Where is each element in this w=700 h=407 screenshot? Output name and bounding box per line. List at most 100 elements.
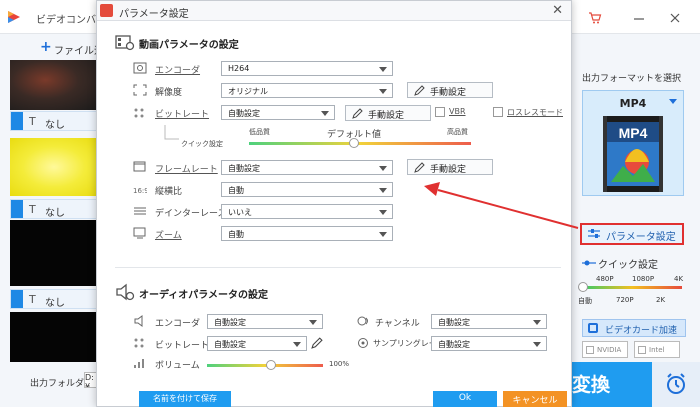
close-icon[interactable] [668, 11, 682, 25]
ok-button[interactable]: Ok [433, 391, 497, 407]
format-name: MP4 [619, 97, 647, 110]
gear-icon [133, 62, 147, 74]
zoom-select[interactable]: 自動 [221, 226, 393, 241]
chevron-down-icon [321, 111, 329, 116]
text-icon: T [29, 115, 36, 128]
chevron-down-icon [533, 320, 541, 325]
nvidia-option[interactable]: NVIDIA [582, 341, 628, 358]
subtitle-row[interactable]: T なし [10, 289, 98, 309]
chevron-down-icon [379, 210, 387, 215]
video-bitrate-value: 自動設定 [228, 109, 260, 118]
chip-icon [588, 323, 598, 333]
subtitle-row[interactable]: T なし [10, 199, 98, 219]
chevron-down-icon [379, 232, 387, 237]
video-thumbnail[interactable] [10, 60, 98, 110]
deinterlace-icon [134, 207, 146, 215]
video-bitrate-label: ビットレート [155, 110, 210, 120]
video-thumbnail[interactable] [10, 138, 98, 196]
text-icon: T [29, 293, 36, 306]
quick-setting-label: クイック設定 [181, 140, 223, 148]
frame-rate-select[interactable]: 自動設定 [221, 160, 393, 175]
audio-bitrate-label: ビットレート [155, 341, 210, 351]
channel-label: チャンネル [375, 319, 420, 329]
quick-settings-label: クイック設定 [598, 260, 658, 271]
parameter-dialog: パラメータ設定 ✕ 動画パラメータの設定 エンコーダ H264 解像度 オリジナ… [96, 0, 572, 407]
dialog-app-icon [100, 4, 113, 17]
vbr-checkbox[interactable] [435, 107, 445, 117]
quick-settings-knob[interactable] [578, 282, 588, 292]
quick-tick-label: 720P [616, 296, 634, 304]
deinterlace-label: デインターレース [155, 209, 227, 219]
quick-tick-label: 2K [656, 296, 666, 304]
bitrate-manual-button[interactable]: 手動設定 [345, 105, 431, 121]
video-encoder-label: エンコーダ [155, 66, 201, 76]
subtitle-value: なし [45, 120, 65, 131]
sample-rate-icon [358, 338, 368, 348]
chevron-down-icon [379, 67, 387, 72]
aspect-ratio-select[interactable]: 自動 [221, 182, 393, 197]
frame-rate-manual-button[interactable]: 手動設定 [407, 159, 493, 175]
intel-label: Intel [649, 346, 665, 354]
subtitle-row[interactable]: T なし [10, 111, 98, 131]
lossless-checkbox[interactable] [493, 107, 503, 117]
convert-button[interactable]: 変換 [572, 362, 652, 407]
chevron-down-icon [309, 320, 317, 325]
quick-tick-label: 4K [674, 275, 684, 283]
row-accent [11, 200, 23, 218]
video-encoder-select[interactable]: H264 [221, 61, 393, 76]
chevron-down-icon [293, 342, 301, 347]
manual-button-label: 手動設定 [430, 165, 467, 175]
channel-value: 自動設定 [438, 318, 470, 327]
quality-low-label: 低品質 [249, 128, 270, 136]
frame-rate-icon [133, 161, 146, 172]
pencil-icon [352, 108, 363, 119]
minimize-icon[interactable] [632, 11, 646, 25]
format-card[interactable]: MP4 MP4 [582, 90, 684, 196]
save-as-button[interactable]: 名前を付けて保存 [139, 391, 231, 407]
quality-high-label: 高品質 [447, 128, 468, 136]
quality-slider[interactable] [249, 142, 471, 145]
subtitle-value: なし [45, 298, 65, 309]
sample-rate-select[interactable]: 自動設定 [431, 336, 547, 351]
video-thumbnail[interactable] [10, 220, 98, 286]
gpu-acceleration-button[interactable]: ビデオカード加速 [582, 319, 686, 337]
quick-tick-label: 1080P [632, 275, 655, 283]
video-thumbnail[interactable] [10, 312, 98, 362]
cart-icon[interactable] [588, 11, 602, 25]
row-accent [11, 112, 23, 130]
video-bitrate-select[interactable]: 自動設定 [221, 105, 335, 120]
format-select-label: 出力フォーマットを選択 [582, 74, 682, 84]
nvidia-checkbox[interactable] [586, 346, 594, 354]
chevron-down-icon [379, 188, 387, 193]
channel-icon [357, 316, 368, 326]
schedule-button[interactable] [652, 362, 700, 407]
frame-rate-label: フレームレート [155, 165, 218, 175]
pencil-icon[interactable] [311, 337, 323, 349]
volume-slider-knob[interactable] [265, 360, 276, 370]
quality-slider-knob[interactable] [349, 138, 359, 148]
dialog-close-icon[interactable]: ✕ [552, 3, 563, 18]
deinterlace-select[interactable]: いいえ [221, 204, 393, 219]
parameter-settings-button[interactable]: パラメータ設定 [580, 223, 684, 245]
resolution-manual-button[interactable]: 手動設定 [407, 82, 493, 98]
channel-select[interactable]: 自動設定 [431, 314, 547, 329]
audio-bitrate-select[interactable]: 自動設定 [207, 336, 307, 351]
intel-option[interactable]: Intel [634, 341, 680, 358]
resolution-select[interactable]: オリジナル [221, 83, 393, 98]
audio-encoder-value: 自動設定 [214, 318, 246, 327]
intel-checkbox[interactable] [638, 346, 646, 354]
manual-button-label: 手動設定 [368, 111, 405, 121]
svg-text:16:9: 16:9 [133, 187, 147, 195]
resolution-icon [133, 84, 147, 96]
quick-settings-slider[interactable] [582, 286, 682, 289]
pencil-icon [414, 85, 425, 96]
parameter-settings-label: パラメータ設定 [606, 232, 676, 243]
nvidia-label: NVIDIA [597, 346, 622, 354]
add-file-button[interactable]: + ファイル追 [0, 35, 104, 59]
svg-text:MP4: MP4 [619, 125, 648, 141]
cancel-button[interactable]: キャンセル [503, 391, 567, 407]
quick-settings-icon [582, 260, 596, 266]
resolution-label: 解像度 [155, 88, 183, 98]
chevron-down-icon[interactable] [669, 99, 677, 104]
audio-encoder-select[interactable]: 自動設定 [207, 314, 323, 329]
